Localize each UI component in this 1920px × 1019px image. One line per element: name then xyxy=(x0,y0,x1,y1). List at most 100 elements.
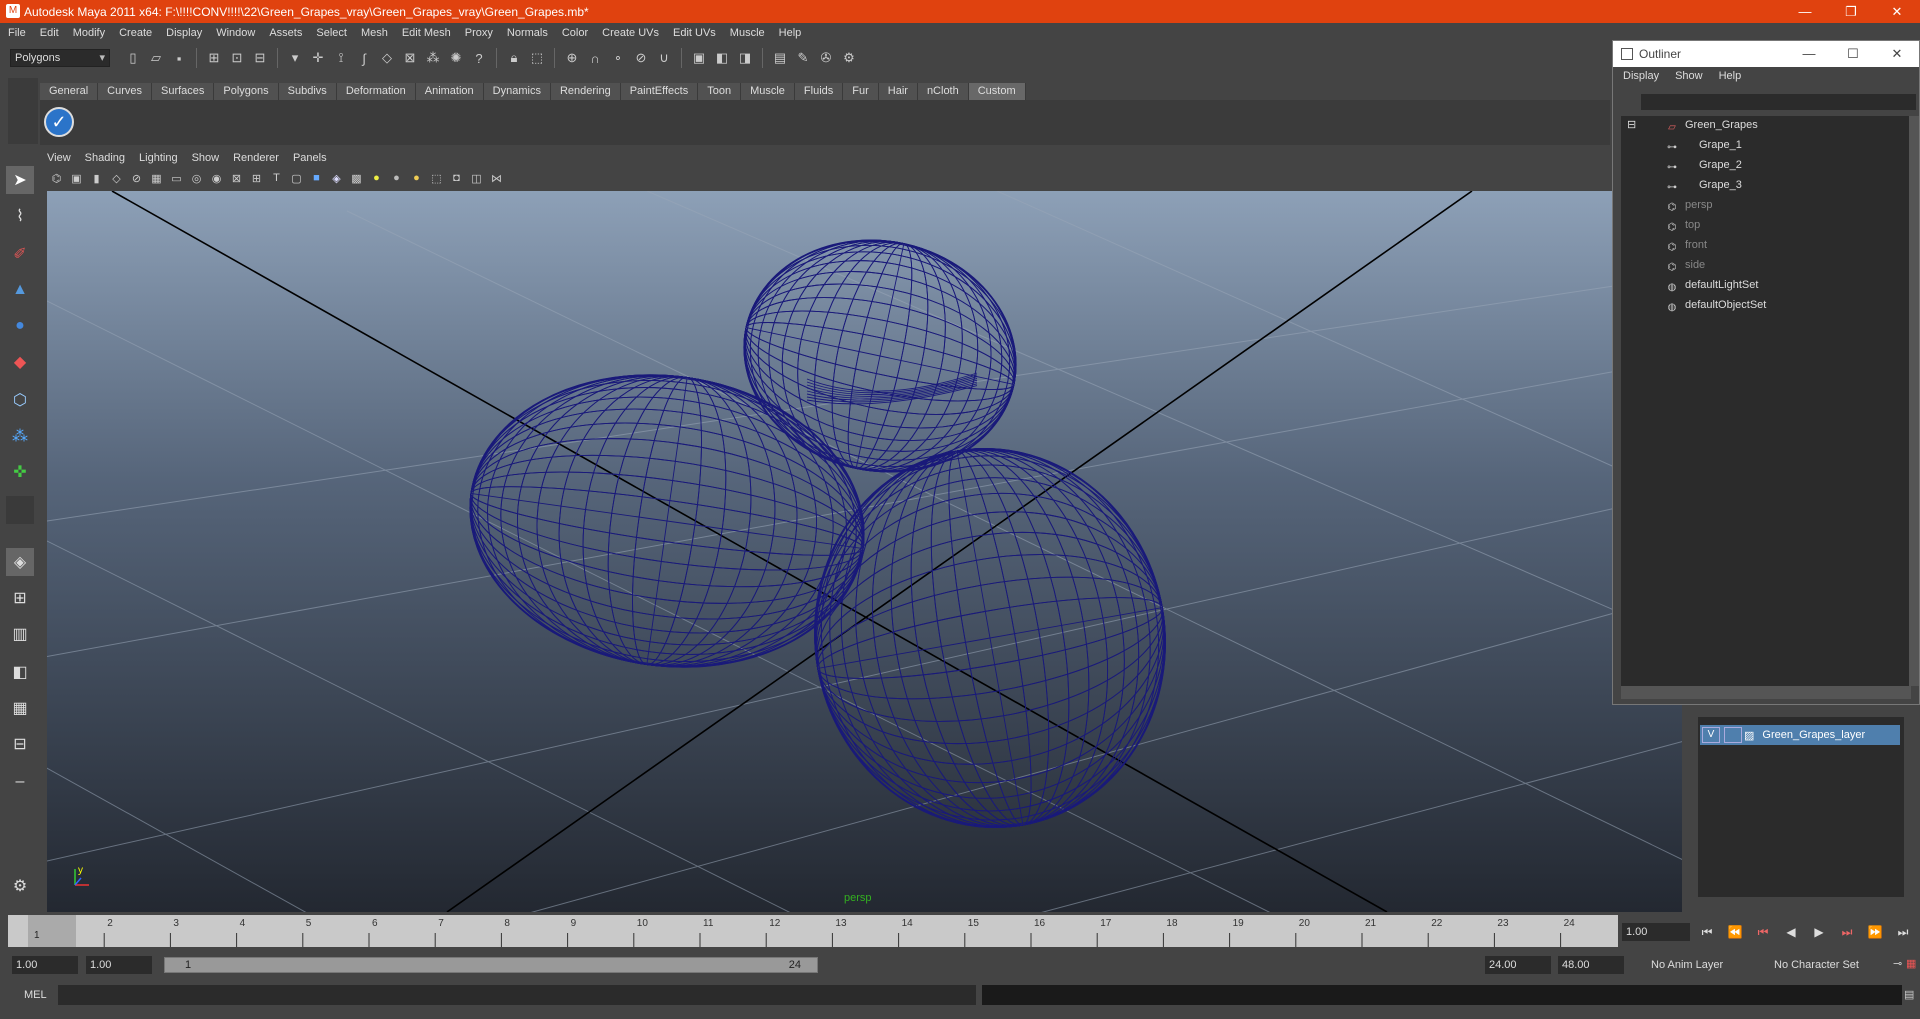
list-item[interactable]: ⊶ Grape_3 xyxy=(1665,176,1742,194)
tab-polygons[interactable]: Polygons xyxy=(214,83,279,100)
lock-selection-icon[interactable]: 🔒︎ xyxy=(504,48,524,68)
outliner-vertical-scrollbar[interactable] xyxy=(1909,116,1919,686)
last-tool-icon[interactable] xyxy=(6,496,34,524)
film-gate-icon[interactable]: ▭ xyxy=(167,172,186,188)
end-time-field[interactable]: 48.00 xyxy=(1558,956,1624,974)
toolbox-settings-icon[interactable]: ⚙ xyxy=(6,872,34,900)
outliner-menu-help[interactable]: Help xyxy=(1719,70,1742,82)
hypershade-layout-icon[interactable]: ⊟ xyxy=(6,730,34,758)
render-settings-icon[interactable]: ⚙ xyxy=(839,48,859,68)
menu-display[interactable]: Display xyxy=(166,27,202,39)
time-slider[interactable]: 123456789101112131415161718192021222324 … xyxy=(8,915,1618,947)
snap-plane-icon[interactable]: ⊘ xyxy=(631,48,651,68)
play-backwards-icon[interactable]: ◀ xyxy=(1779,921,1803,943)
make-live-icon[interactable]: ∪ xyxy=(654,48,674,68)
grape-mesh[interactable] xyxy=(451,350,884,692)
render-frame-icon[interactable]: ✎ xyxy=(793,48,813,68)
menu-assets[interactable]: Assets xyxy=(269,27,302,39)
menu-file[interactable]: File xyxy=(8,27,26,39)
snap-point-icon[interactable]: ∘ xyxy=(608,48,628,68)
menu-create[interactable]: Create xyxy=(119,27,152,39)
list-item[interactable]: ◍ defaultLightSet xyxy=(1665,276,1759,294)
tab-hair[interactable]: Hair xyxy=(878,83,918,100)
default-lights-icon[interactable]: ● xyxy=(367,172,386,188)
single-perspective-layout-icon[interactable]: ◈ xyxy=(6,548,34,576)
tab-custom[interactable]: Custom xyxy=(968,83,1026,100)
layer-type-toggle[interactable] xyxy=(1724,727,1742,743)
menu-edit-mesh[interactable]: Edit Mesh xyxy=(402,27,451,39)
checkmark-shelf-icon[interactable]: ✓ xyxy=(44,107,74,137)
grid-toggle-icon[interactable]: ▦ xyxy=(147,172,166,188)
tab-subdivs[interactable]: Subdivs xyxy=(278,83,337,100)
ipr-render-icon[interactable]: ✇ xyxy=(816,48,836,68)
tab-ncloth[interactable]: nCloth xyxy=(917,83,969,100)
tab-general[interactable]: General xyxy=(40,83,99,100)
play-forwards-icon[interactable]: ▶ xyxy=(1807,921,1831,943)
menu-window[interactable]: Window xyxy=(216,27,255,39)
isolate-select-icon[interactable]: ⬚ xyxy=(427,172,446,188)
tab-painteffects[interactable]: PaintEffects xyxy=(620,83,699,100)
mask-dropdown-icon[interactable]: ▾ xyxy=(285,48,305,68)
select-hierarchy-icon[interactable]: ⊞ xyxy=(204,48,224,68)
select-curves-icon[interactable]: ∫ xyxy=(354,48,374,68)
playback-start-field[interactable]: 1.00 xyxy=(86,956,152,974)
select-dynamics-icon[interactable]: ⁂ xyxy=(423,48,443,68)
menu-view[interactable]: View xyxy=(47,152,71,168)
close-icon[interactable]: ✕ xyxy=(1874,0,1920,23)
start-time-field[interactable]: 1.00 xyxy=(12,956,78,974)
anim-layer-dropdown[interactable]: No Anim Layer xyxy=(1647,956,1755,974)
command-language-label[interactable]: MEL xyxy=(24,989,47,1001)
menu-show[interactable]: Show xyxy=(192,152,220,168)
menu-edit[interactable]: Edit xyxy=(40,27,59,39)
tab-curves[interactable]: Curves xyxy=(98,83,152,100)
layer-row[interactable]: V ▨ Green_Grapes_layer xyxy=(1700,725,1900,745)
tab-surfaces[interactable]: Surfaces xyxy=(151,83,215,100)
layer-visibility-toggle[interactable]: V xyxy=(1702,727,1720,743)
command-input[interactable] xyxy=(58,985,976,1005)
resolution-gate-icon[interactable]: ◎ xyxy=(187,172,206,188)
layer-color-icon[interactable]: ▨ xyxy=(1744,729,1754,742)
menu-color[interactable]: Color xyxy=(562,27,588,39)
select-rendering-icon[interactable]: ✺ xyxy=(446,48,466,68)
list-item[interactable]: ⌬ top xyxy=(1665,216,1701,234)
menu-set-dropdown[interactable]: Polygons xyxy=(10,49,110,67)
menu-mesh[interactable]: Mesh xyxy=(361,27,388,39)
menu-normals[interactable]: Normals xyxy=(507,27,548,39)
wireframe-on-shaded-icon[interactable]: ◈ xyxy=(327,172,346,188)
restore-icon[interactable]: ❐ xyxy=(1828,0,1874,23)
step-forward-icon[interactable]: ⏩ xyxy=(1863,921,1887,943)
menu-modify[interactable]: Modify xyxy=(73,27,105,39)
menu-proxy[interactable]: Proxy xyxy=(465,27,493,39)
shelf-menu-handle[interactable] xyxy=(8,78,38,144)
tab-rendering[interactable]: Rendering xyxy=(550,83,621,100)
menu-help[interactable]: Help xyxy=(779,27,802,39)
gate-mask-icon[interactable]: ◉ xyxy=(207,172,226,188)
list-item[interactable]: ◍ defaultObjectSet xyxy=(1665,296,1767,314)
step-forward-key-icon[interactable]: ⏭ xyxy=(1835,921,1859,943)
outliner-minimize-icon[interactable]: — xyxy=(1787,41,1831,67)
menu-renderer[interactable]: Renderer xyxy=(233,152,279,168)
all-lights-icon[interactable]: ● xyxy=(387,172,406,188)
auto-key-icon[interactable]: ▦ xyxy=(1906,957,1916,970)
collapse-toggle-icon[interactable]: ⊟ xyxy=(1627,116,1636,134)
outliner-graph-layout-icon[interactable]: ▦ xyxy=(6,694,34,722)
go-to-start-icon[interactable]: ⏮ xyxy=(1695,921,1719,943)
show-manip-tool-icon[interactable]: ✜ xyxy=(6,458,34,486)
universal-manip-icon[interactable]: ⬡ xyxy=(6,386,34,414)
current-frame-field[interactable]: 1.00 xyxy=(1622,923,1690,941)
construction-history-icon[interactable]: ◧ xyxy=(712,48,732,68)
menu-select[interactable]: Select xyxy=(316,27,347,39)
key-icon[interactable]: ⊸ xyxy=(1893,957,1902,970)
list-item[interactable]: ⌬ persp xyxy=(1665,196,1713,214)
move-tool-icon[interactable]: ▲ xyxy=(6,276,34,304)
range-slider[interactable]: 1 24 xyxy=(164,957,818,973)
hardware-texturing-icon[interactable]: ⋈ xyxy=(487,172,506,188)
step-back-icon[interactable]: ⏪ xyxy=(1723,921,1747,943)
playback-end-field[interactable]: 24.00 xyxy=(1485,956,1551,974)
outliner-menu-show[interactable]: Show xyxy=(1675,70,1703,82)
tab-dynamics[interactable]: Dynamics xyxy=(483,83,551,100)
textured-icon[interactable]: ▩ xyxy=(347,172,366,188)
rotate-tool-icon[interactable]: ● xyxy=(6,312,34,340)
select-misc-icon[interactable]: ? xyxy=(469,48,489,68)
smooth-shading-icon[interactable]: ■ xyxy=(307,172,326,188)
